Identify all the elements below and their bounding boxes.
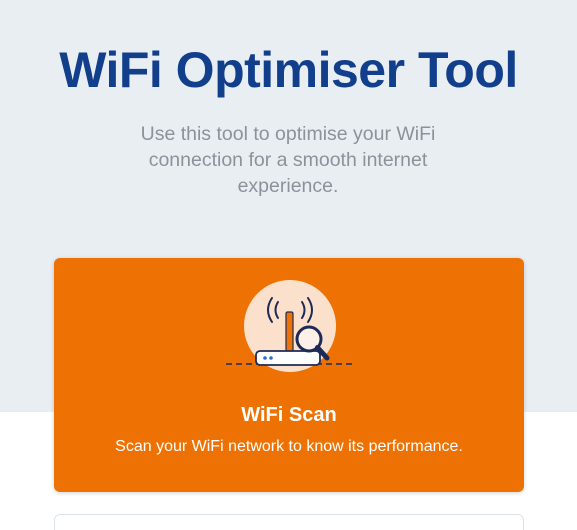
next-tool-card[interactable] bbox=[54, 514, 524, 530]
wifi-router-scan-icon bbox=[220, 280, 360, 372]
page-title: WiFi Optimiser Tool bbox=[59, 42, 518, 98]
card-title: WiFi Scan bbox=[241, 404, 337, 426]
page-subtitle: Use this tool to optimise your WiFi conn… bbox=[140, 123, 436, 197]
card-description: Scan your WiFi network to know its perfo… bbox=[115, 438, 463, 455]
wifi-scan-card[interactable]: WiFi Scan Scan your WiFi network to know… bbox=[54, 258, 524, 492]
page: WiFi Optimiser Tool Use this tool to opt… bbox=[0, 0, 577, 530]
